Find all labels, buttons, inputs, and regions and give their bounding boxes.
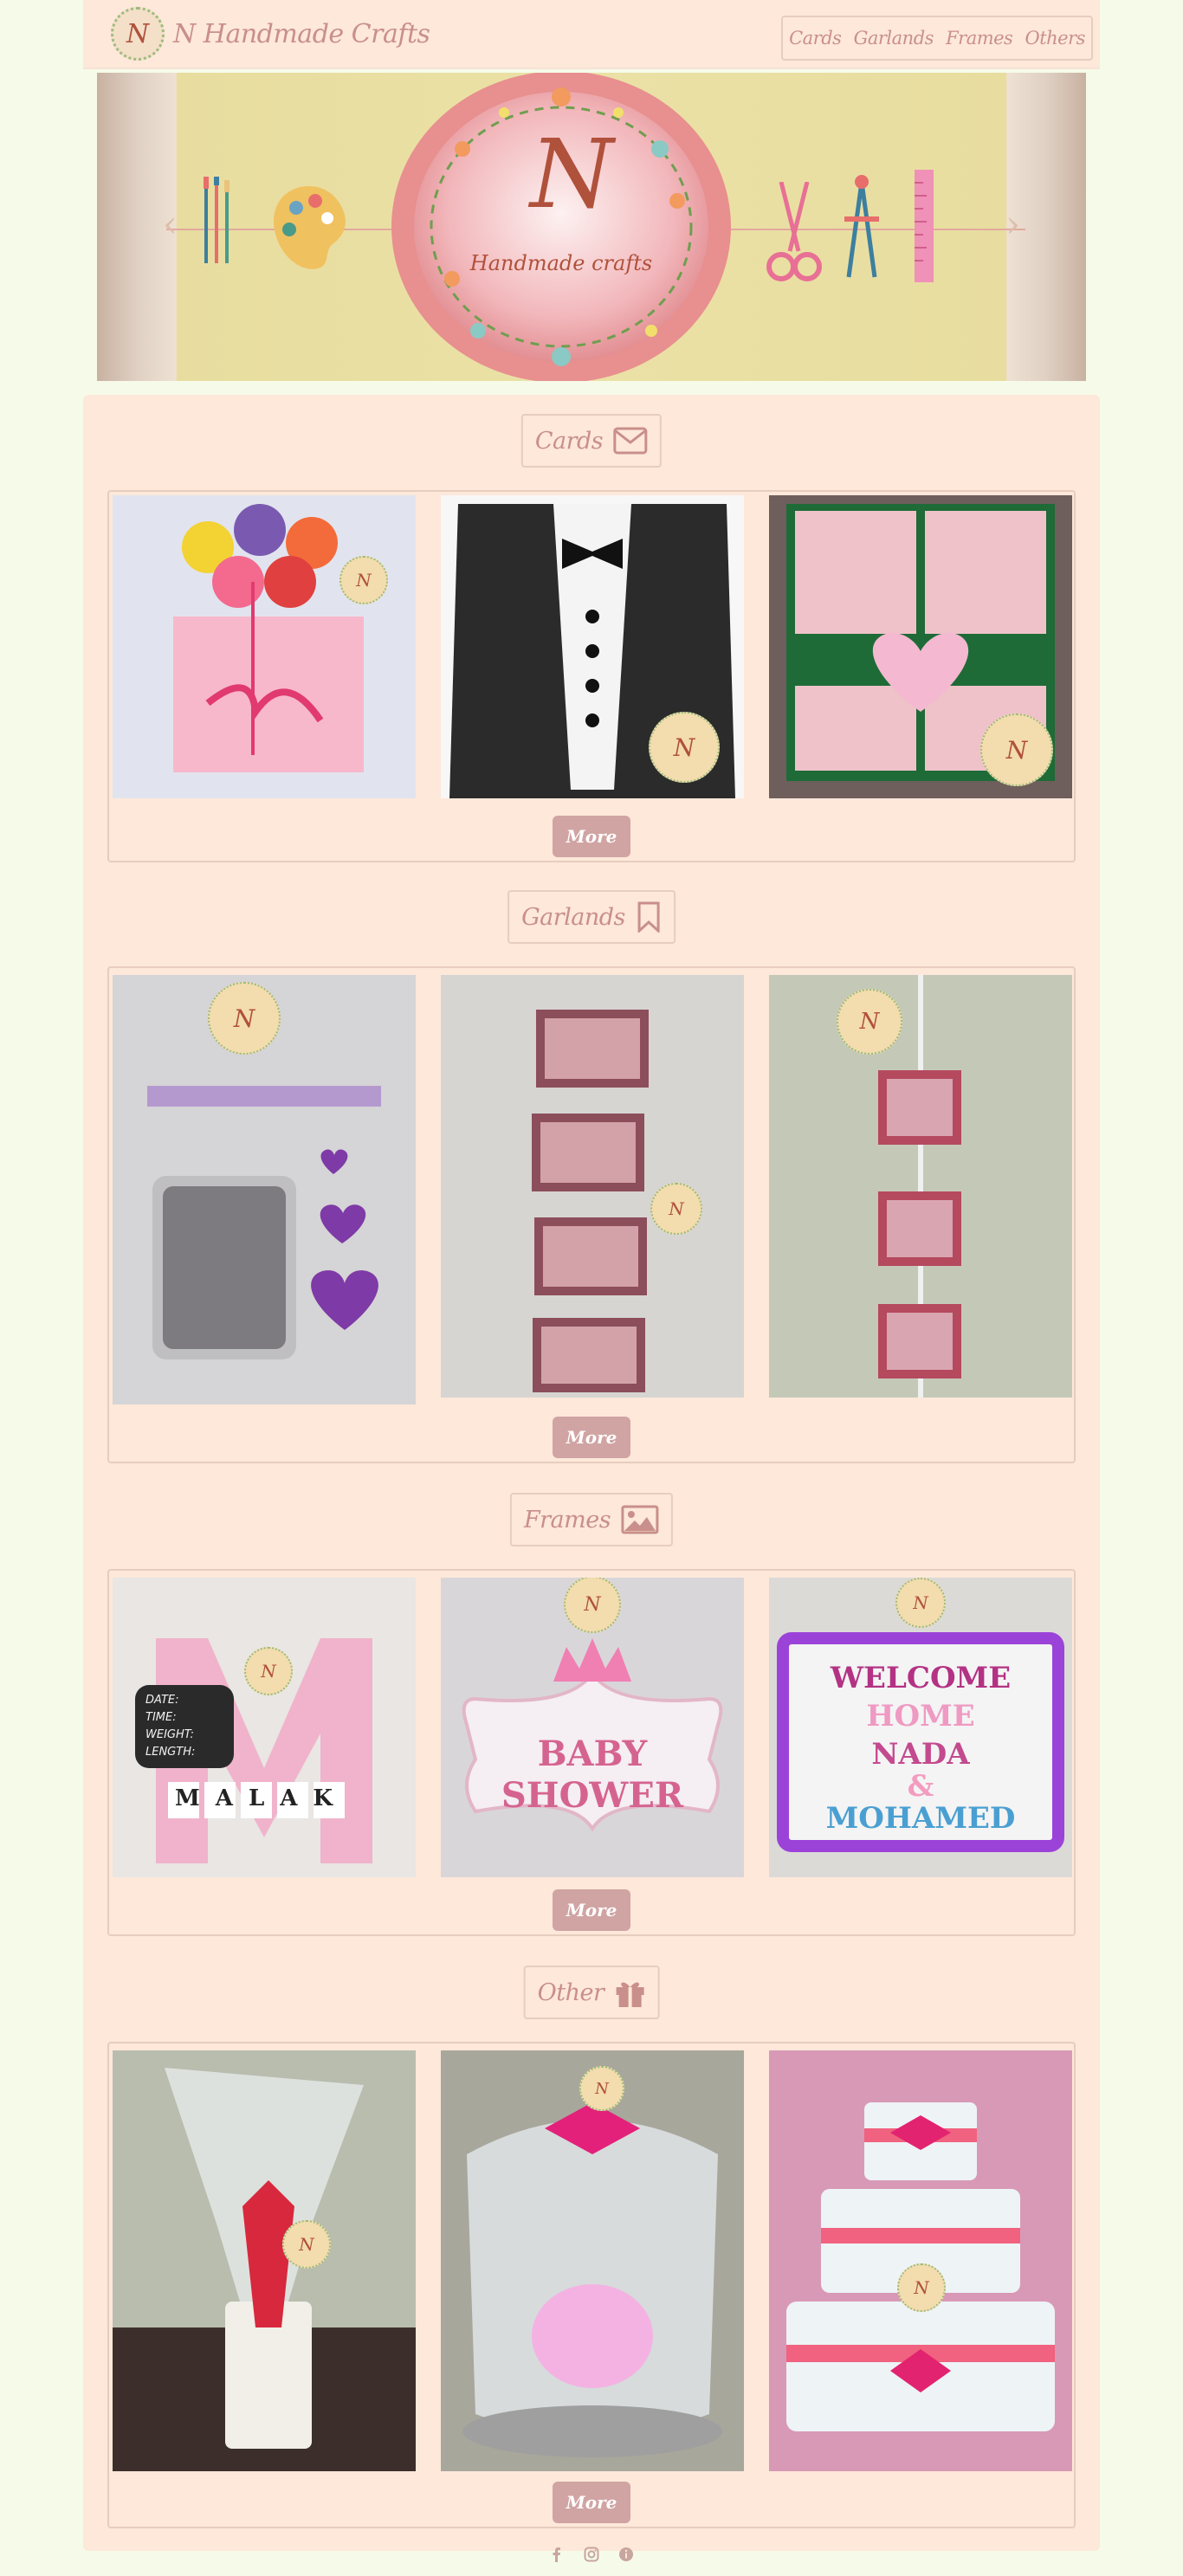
photo-heart-frame-garland[interactable]: N xyxy=(113,975,416,1404)
section-title-label: Cards xyxy=(534,427,604,455)
photo-green-heart-card[interactable]: N xyxy=(769,495,1072,798)
hero-prev-arrow[interactable]: ‹ xyxy=(163,203,178,245)
section-title-other: Other xyxy=(523,1966,660,2019)
paintbrushes-icon xyxy=(204,177,229,263)
baby-shower-text: BABY SHOWER xyxy=(484,1733,701,1817)
watermark-stamp: N xyxy=(897,2263,946,2312)
section-title-label: Other xyxy=(537,1979,604,2006)
section-title-label: Garlands xyxy=(521,903,625,931)
ruler-icon xyxy=(915,170,934,282)
photo-photo-strip-garland[interactable]: N xyxy=(441,975,744,1398)
more-button-cards[interactable]: More xyxy=(553,816,630,857)
watermark-stamp: N xyxy=(208,982,281,1055)
bookmark-icon xyxy=(637,901,660,933)
photo-welcome-home-sign[interactable]: WELCOME HOME NADA & MOHAMED N xyxy=(769,1578,1072,1877)
more-button-garlands[interactable]: More xyxy=(553,1417,630,1458)
scissors-icon xyxy=(766,182,822,281)
more-button-other[interactable]: More xyxy=(553,2482,630,2523)
watermark-stamp: N xyxy=(649,712,720,783)
chalkboard-line: WEIGHT: xyxy=(145,1728,194,1741)
brand-logo: N xyxy=(111,7,165,61)
section-other: N N N More xyxy=(107,2042,1076,2528)
welcome-line: NADA xyxy=(871,1737,970,1772)
nav-link-garlands[interactable]: Garlands xyxy=(854,28,934,48)
hero-logo-letter: N xyxy=(530,119,614,229)
welcome-sign-text: WELCOME HOME NADA & MOHAMED xyxy=(790,1659,1051,1837)
watermark-stamp: N xyxy=(564,1578,621,1633)
baby-shower-line: BABY xyxy=(537,1733,648,1774)
instagram-icon[interactable] xyxy=(584,2547,599,2562)
hero-next-arrow[interactable]: › xyxy=(1005,203,1020,245)
image-icon xyxy=(621,1505,659,1534)
section-title-frames: Frames xyxy=(509,1493,674,1546)
photo-baby-shower-sign[interactable]: BABY SHOWER N xyxy=(441,1578,744,1877)
watermark-stamp: N xyxy=(339,556,388,604)
chalkboard-line: TIME: xyxy=(145,1711,177,1724)
photo-malak-letter-frame[interactable]: DATE: TIME: WEIGHT: LENGTH: MALAK N xyxy=(113,1578,416,1877)
photo-gift-basket[interactable]: N xyxy=(441,2050,744,2471)
section-title-cards: Cards xyxy=(520,414,663,468)
footer xyxy=(83,2540,1100,2568)
brand[interactable]: N N Handmade Crafts xyxy=(111,5,430,62)
hero-tagline: Handmade crafts xyxy=(469,251,653,275)
nav-link-frames[interactable]: Frames xyxy=(946,28,1013,48)
section-garlands: N N N More xyxy=(107,966,1076,1463)
watermark-stamp: N xyxy=(837,989,902,1055)
watermark-stamp: N xyxy=(579,2066,624,2111)
photo-pink-flower-card[interactable]: N xyxy=(113,495,416,798)
gift-icon xyxy=(616,1982,644,2007)
watermark-stamp: N xyxy=(244,1647,293,1695)
hero-banner: ‹ › N Handmade crafts xyxy=(97,73,1086,381)
chalkboard-line: DATE: xyxy=(145,1694,179,1707)
section-frames: DATE: TIME: WEIGHT: LENGTH: MALAK N BABY… xyxy=(107,1569,1076,1936)
photo-diaper-cake[interactable]: N xyxy=(769,2050,1072,2471)
section-title-label: Frames xyxy=(523,1506,611,1533)
info-icon[interactable] xyxy=(618,2547,634,2562)
photo-popsicle-frame-garland[interactable]: N xyxy=(769,975,1072,1398)
section-title-garlands: Garlands xyxy=(507,890,676,944)
photo-tuxedo-card[interactable]: N xyxy=(441,495,744,798)
navbar: N N Handmade Crafts Cards Garlands Frame… xyxy=(83,0,1100,69)
brand-logo-letter: N xyxy=(126,18,150,49)
welcome-line: & xyxy=(907,1769,934,1804)
main-content: Cards N N N More Garlands N N N More Fra… xyxy=(83,395,1100,2551)
facebook-icon[interactable] xyxy=(549,2547,565,2562)
nav-link-others[interactable]: Others xyxy=(1025,28,1085,48)
chalkboard-text: DATE: TIME: WEIGHT: LENGTH: xyxy=(145,1692,232,1761)
watermark-stamp: N xyxy=(895,1578,946,1628)
welcome-line: MOHAMED xyxy=(825,1801,1016,1836)
welcome-line: WELCOME xyxy=(830,1661,1012,1695)
compass-icon xyxy=(844,175,879,278)
nav-menu: Cards Garlands Frames Others xyxy=(781,16,1093,61)
brand-name: N Handmade Crafts xyxy=(173,18,430,49)
chalkboard-line: LENGTH: xyxy=(145,1746,196,1759)
nav-link-cards[interactable]: Cards xyxy=(789,28,842,48)
more-button-frames[interactable]: More xyxy=(553,1889,630,1931)
envelope-icon xyxy=(613,427,648,455)
watermark-stamp: N xyxy=(282,2220,331,2269)
watermark-stamp: N xyxy=(980,713,1053,786)
baby-shower-line: SHOWER xyxy=(501,1775,684,1816)
watermark-stamp: N xyxy=(650,1183,702,1235)
malak-banner-text: MALAK xyxy=(175,1785,349,1811)
welcome-line: HOME xyxy=(866,1699,975,1733)
section-cards: N N N More xyxy=(107,490,1076,862)
photo-gift-mug-wrap[interactable]: N xyxy=(113,2050,416,2471)
palette-icon xyxy=(274,186,346,269)
